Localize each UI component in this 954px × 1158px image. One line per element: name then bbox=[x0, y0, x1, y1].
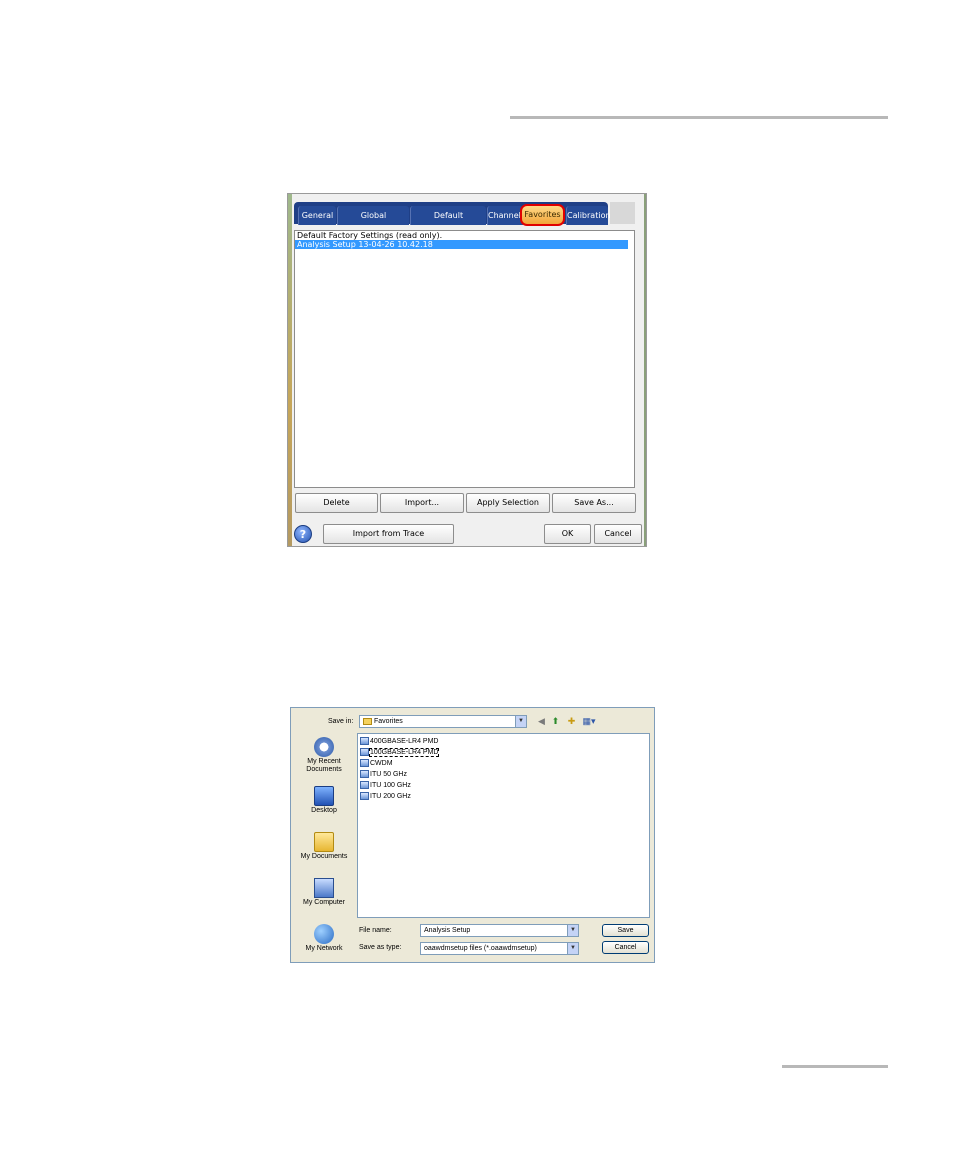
places-label: My Documents bbox=[300, 853, 348, 860]
places-desktop[interactable]: Desktop bbox=[294, 786, 354, 814]
header-rule bbox=[510, 116, 888, 119]
footer-rule bbox=[782, 1065, 888, 1068]
my-computer-icon bbox=[314, 878, 334, 898]
save-as-type-value: oaawdmsetup files (*.oaawdmsetup) bbox=[424, 945, 537, 952]
tab-calibration[interactable]: Calibration bbox=[566, 206, 611, 225]
file-name-label: File name: bbox=[359, 927, 392, 934]
import-from-trace-button[interactable]: Import from Trace bbox=[323, 524, 454, 544]
save-as-dialog: Save in: Favorites ▼ ◀ ⬆ ✚ ▦▾ My Recent … bbox=[290, 707, 655, 963]
tab-favorites[interactable]: Favorites bbox=[520, 204, 565, 226]
window-edge bbox=[288, 194, 292, 546]
new-folder-icon[interactable]: ✚ bbox=[566, 716, 577, 727]
recent-documents-icon bbox=[314, 737, 334, 757]
places-label: My Computer bbox=[302, 899, 345, 906]
save-as-type-select[interactable]: oaawdmsetup files (*.oaawdmsetup) ▼ bbox=[420, 942, 579, 955]
places-bar: My Recent Documents Desktop My Documents… bbox=[294, 733, 354, 959]
file-icon bbox=[360, 792, 369, 801]
my-network-icon bbox=[314, 924, 334, 944]
cancel-button[interactable]: Cancel bbox=[602, 941, 649, 954]
import-button[interactable]: Import... bbox=[380, 493, 464, 513]
analysis-setup-dialog: General Global Thresholds Default Thresh… bbox=[287, 193, 647, 547]
places-label: My Network bbox=[305, 945, 343, 952]
file-icon bbox=[360, 759, 369, 768]
window-edge bbox=[644, 194, 646, 546]
folder-icon bbox=[363, 717, 372, 725]
tab-bar: General Global Thresholds Default Thresh… bbox=[294, 202, 611, 239]
list-item-selected[interactable]: Analysis Setup 13-04-26 10.42.18 bbox=[295, 240, 628, 249]
save-in-combo[interactable]: Favorites ▼ bbox=[359, 715, 527, 728]
places-my-network[interactable]: My Network bbox=[294, 924, 354, 952]
my-documents-icon bbox=[314, 832, 334, 852]
file-list[interactable]: 400GBASE-LR4 PMD 100GBASE-LR4 PMD CWDM I… bbox=[357, 733, 650, 918]
file-icon bbox=[360, 748, 369, 757]
places-label: Desktop bbox=[311, 807, 337, 814]
delete-button[interactable]: Delete bbox=[295, 493, 378, 513]
places-my-documents[interactable]: My Documents bbox=[294, 832, 354, 860]
up-folder-icon[interactable]: ⬆ bbox=[550, 716, 561, 727]
chevron-down-icon[interactable]: ▼ bbox=[567, 925, 578, 936]
desktop-icon bbox=[314, 786, 334, 806]
favorites-list[interactable]: Default Factory Settings (read only). An… bbox=[294, 230, 635, 488]
places-label: My Recent Documents bbox=[306, 758, 342, 773]
view-menu-icon[interactable]: ▦▾ bbox=[581, 716, 597, 727]
file-item[interactable]: ITU 200 GHz bbox=[360, 792, 411, 802]
save-button[interactable]: Save bbox=[602, 924, 649, 937]
ok-button[interactable]: OK bbox=[544, 524, 591, 544]
save-in-label: Save in: bbox=[328, 718, 354, 725]
tab-bar-filler bbox=[610, 202, 635, 224]
places-recent[interactable]: My Recent Documents bbox=[294, 737, 354, 774]
tab-default-thresholds[interactable]: Default Thresholds bbox=[410, 206, 486, 239]
save-as-type-label: Save as type: bbox=[359, 944, 402, 951]
apply-selection-button[interactable]: Apply Selection bbox=[466, 493, 550, 513]
file-icon bbox=[360, 781, 369, 790]
cancel-button[interactable]: Cancel bbox=[594, 524, 642, 544]
tab-global-thresholds[interactable]: Global Thresholds bbox=[337, 206, 409, 239]
chevron-down-icon[interactable]: ▼ bbox=[567, 943, 578, 954]
tab-general[interactable]: General bbox=[298, 206, 336, 225]
file-item[interactable]: ITU 50 GHz bbox=[360, 770, 407, 780]
list-item[interactable]: Default Factory Settings (read only). bbox=[295, 231, 634, 240]
file-name-value: Analysis Setup bbox=[424, 927, 471, 934]
tab-channels[interactable]: Channels bbox=[487, 206, 525, 225]
places-my-computer[interactable]: My Computer bbox=[294, 878, 354, 906]
save-in-value: Favorites bbox=[374, 718, 403, 725]
file-icon bbox=[360, 737, 369, 746]
file-icon bbox=[360, 770, 369, 779]
file-item[interactable]: ITU 100 GHz bbox=[360, 781, 411, 791]
file-item-focused[interactable]: 100GBASE-LR4 PMD bbox=[360, 748, 440, 758]
file-item[interactable]: CWDM bbox=[360, 759, 393, 769]
help-icon[interactable]: ? bbox=[294, 525, 312, 543]
chevron-down-icon[interactable]: ▼ bbox=[515, 716, 526, 727]
file-item[interactable]: 400GBASE-LR4 PMD bbox=[360, 737, 438, 747]
back-icon[interactable]: ◀ bbox=[536, 716, 547, 727]
save-as-button[interactable]: Save As... bbox=[552, 493, 636, 513]
file-name-field[interactable]: Analysis Setup ▼ bbox=[420, 924, 579, 937]
